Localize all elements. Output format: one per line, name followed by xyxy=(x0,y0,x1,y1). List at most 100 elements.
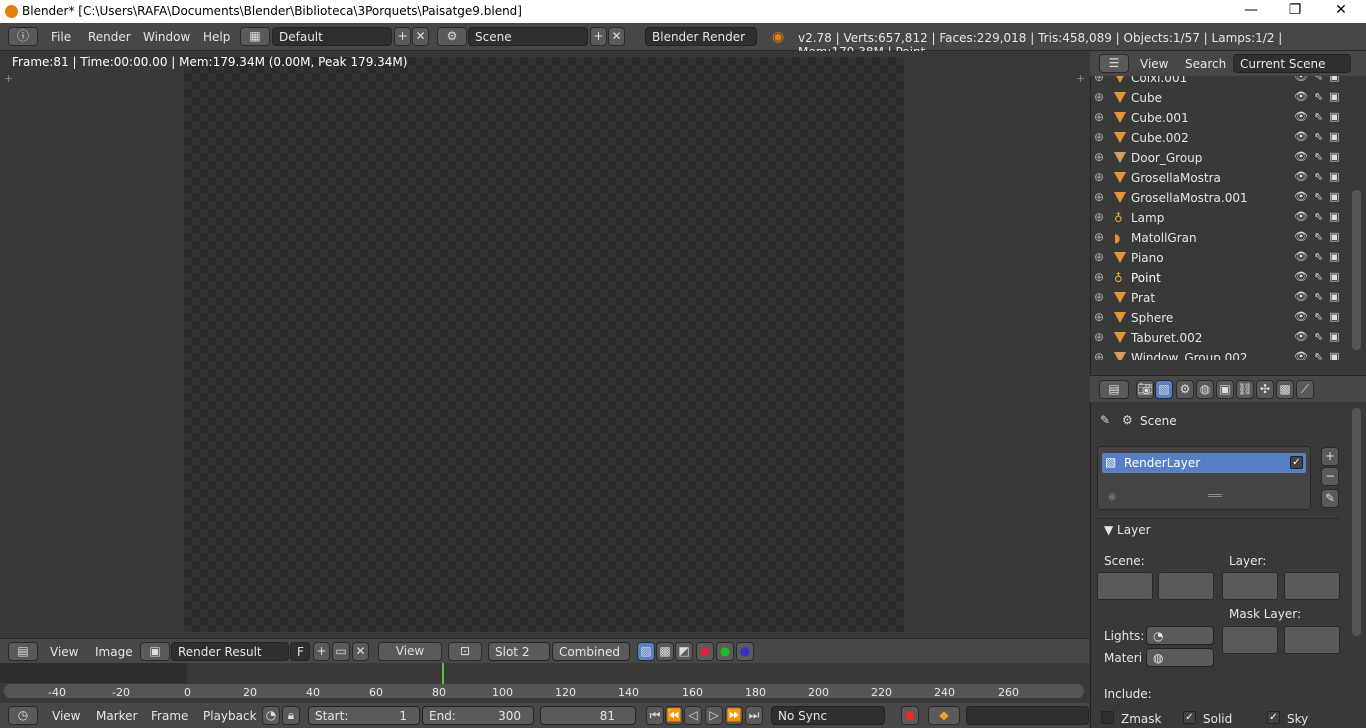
render-result-canvas[interactable] xyxy=(184,57,904,632)
outliner-editor-type-icon[interactable]: ☰ xyxy=(1099,54,1129,73)
blue-channel-icon[interactable]: ● xyxy=(736,642,754,661)
image-view-menu[interactable]: View xyxy=(50,645,78,659)
minimize-button[interactable]: — xyxy=(1240,2,1262,20)
add-layout-button[interactable]: + xyxy=(394,27,411,46)
visibility-icons[interactable]: 👁︎⇖▣ xyxy=(1294,76,1346,83)
current-frame-marker[interactable] xyxy=(442,663,444,685)
remove-render-layer-button[interactable]: − xyxy=(1321,467,1339,486)
remove-layout-button[interactable]: ✕ xyxy=(412,27,429,46)
prev-keyframe-icon[interactable]: ⏪ xyxy=(665,706,683,725)
visibility-icons[interactable]: 👁︎⇖▣ xyxy=(1294,170,1346,183)
mask-layer-grid-2[interactable] xyxy=(1284,626,1340,654)
image-menu[interactable]: Image xyxy=(95,645,133,659)
render-layer-list[interactable]: ▧ RenderLayer ✓ ⊕ xyxy=(1097,446,1311,510)
visibility-icons[interactable]: 👁︎⇖▣ xyxy=(1294,230,1346,243)
visibility-icons[interactable]: 👁︎⇖▣ xyxy=(1294,110,1346,123)
outliner-item[interactable]: ⊕ GrosellaMostra.001 👁︎⇖▣ xyxy=(1094,188,1349,208)
outliner-item[interactable]: ⊕ ♁ Lamp 👁︎⇖▣ xyxy=(1094,208,1349,228)
visibility-icons[interactable]: 👁︎⇖▣ xyxy=(1294,130,1346,143)
restore-button[interactable]: ❐ xyxy=(1284,2,1306,20)
sync-mode-select[interactable]: No Sync xyxy=(771,706,885,725)
outliner-item[interactable]: ⊕ Cube.001 👁︎⇖▣ xyxy=(1094,108,1349,128)
close-button[interactable]: ✕ xyxy=(1330,2,1352,20)
timeline-area[interactable] xyxy=(0,663,1089,703)
outliner-scrollbar[interactable] xyxy=(1352,190,1361,350)
world-tab-icon[interactable]: ◍ xyxy=(1196,380,1214,399)
render-engine-select[interactable]: Blender Render xyxy=(645,27,757,46)
timeline-view-menu[interactable]: View xyxy=(52,709,80,723)
expand-icon[interactable]: ⊕ xyxy=(1094,350,1104,360)
expand-icon[interactable]: ⊕ xyxy=(1094,76,1104,84)
play-icon[interactable]: ▷ xyxy=(705,706,723,725)
constraints-tab-icon[interactable]: ⛓ xyxy=(1236,380,1254,399)
outliner-item[interactable]: ⊕ Taburet.002 👁︎⇖▣ xyxy=(1094,328,1349,348)
next-keyframe-icon[interactable]: ⏩ xyxy=(725,706,743,725)
material-override-field[interactable]: ◍ xyxy=(1146,648,1214,667)
sky-checkbox[interactable]: ✓ xyxy=(1267,711,1280,724)
image-browse-icon[interactable]: ▣ xyxy=(140,642,170,661)
keying-set-icon[interactable]: ◆ xyxy=(928,706,960,725)
pivot-icon[interactable]: ⊡ xyxy=(448,642,482,661)
texture-tab-icon[interactable]: ▩ xyxy=(1276,380,1294,399)
visibility-icons[interactable]: 👁︎⇖▣ xyxy=(1294,210,1346,223)
menu-render[interactable]: Render xyxy=(88,30,131,44)
unlink-image-button[interactable]: ✕ xyxy=(352,642,369,661)
menu-file[interactable]: File xyxy=(51,30,71,44)
timeline-playback-menu[interactable]: Playback xyxy=(203,709,257,723)
outliner-item[interactable]: ⊕ Window_Group.002 👁︎⇖▣ xyxy=(1094,348,1349,360)
properties-editor-type-icon[interactable]: ▤ xyxy=(1099,380,1129,399)
scene-layer-grid-1[interactable] xyxy=(1097,572,1153,600)
draw-alpha-icon[interactable]: ▩ xyxy=(656,642,674,661)
expand-icon[interactable]: ⊕ xyxy=(1094,110,1104,124)
red-channel-icon[interactable]: ● xyxy=(696,642,714,661)
expand-icon[interactable]: ⊕ xyxy=(1094,330,1104,344)
layer-grid-2[interactable] xyxy=(1284,572,1340,600)
screen-layout-icon[interactable]: ▦ xyxy=(240,27,270,46)
new-image-button[interactable]: + xyxy=(313,642,330,661)
properties-area[interactable] xyxy=(1090,375,1366,728)
layer-panel-header[interactable]: ▼ Layer xyxy=(1104,523,1151,537)
outliner-view-menu[interactable]: View xyxy=(1140,57,1168,71)
outliner-item[interactable]: ⊕ Prat 👁︎⇖▣ xyxy=(1094,288,1349,308)
light-group-field[interactable]: ◔ xyxy=(1146,626,1214,645)
fake-user-toggle[interactable]: F xyxy=(290,642,310,661)
outliner-item[interactable]: ⊕ Cube 👁︎⇖▣ xyxy=(1094,88,1349,108)
render-layer-pin-icon[interactable]: ✎ xyxy=(1321,489,1339,508)
render-layer-item[interactable]: ▧ RenderLayer ✓ xyxy=(1102,453,1306,473)
expand-icon[interactable]: ⊕ xyxy=(1094,270,1104,284)
list-grip-icon[interactable] xyxy=(1208,494,1222,497)
outliner-item[interactable]: ⊕ Piano 👁︎⇖▣ xyxy=(1094,248,1349,268)
outliner-item[interactable]: ⊕ Sphere 👁︎⇖▣ xyxy=(1094,308,1349,328)
end-frame-field[interactable]: End: 300 xyxy=(422,706,534,725)
active-keying-set-field[interactable] xyxy=(966,706,1089,725)
outliner-item[interactable]: ⊕ Coixi.001 👁︎⇖▣ xyxy=(1094,76,1349,88)
timeline-scrollbar[interactable] xyxy=(4,684,1084,698)
pass-select[interactable]: Combined xyxy=(552,642,630,661)
image-editor-type-icon[interactable]: ▤ xyxy=(8,642,38,661)
remove-scene-button[interactable]: ✕ xyxy=(608,27,625,46)
menu-window[interactable]: Window xyxy=(143,30,190,44)
expand-icon[interactable]: ⊕ xyxy=(1094,90,1104,104)
play-reverse-icon[interactable]: ◁ xyxy=(684,706,702,725)
visibility-icons[interactable]: 👁︎⇖▣ xyxy=(1294,250,1346,263)
render-layer-enabled-checkbox[interactable]: ✓ xyxy=(1290,456,1303,469)
physics-tab-icon[interactable]: ⟋ xyxy=(1296,380,1314,399)
draw-rgba-icon[interactable]: ▨ xyxy=(637,642,655,661)
list-resize-icon[interactable]: ⊕ xyxy=(1108,492,1116,503)
solid-checkbox[interactable]: ✓ xyxy=(1183,711,1196,724)
image-name-field[interactable]: Render Result xyxy=(171,642,289,661)
record-icon[interactable]: ● xyxy=(901,706,919,725)
timeline-frame-menu[interactable]: Frame xyxy=(151,709,188,723)
visibility-icons[interactable]: 👁︎⇖▣ xyxy=(1294,290,1346,303)
outliner-item[interactable]: ⊕ GrosellaMostra 👁︎⇖▣ xyxy=(1094,168,1349,188)
render-layers-tab-icon[interactable]: ▧ xyxy=(1155,380,1173,399)
expand-icon[interactable]: ⊕ xyxy=(1094,190,1104,204)
current-frame-field[interactable]: 81 xyxy=(540,706,636,725)
expand-icon[interactable]: ⊕ xyxy=(1094,250,1104,264)
slot-select[interactable]: Slot 2 xyxy=(488,642,550,661)
expand-icon[interactable]: ⊕ xyxy=(1094,170,1104,184)
expand-icon[interactable]: ⊕ xyxy=(1094,130,1104,144)
mask-layer-grid-1[interactable] xyxy=(1222,626,1278,654)
expand-icon[interactable]: ⊕ xyxy=(1094,230,1104,244)
area-plus-icon-right[interactable]: + xyxy=(1076,72,1085,85)
